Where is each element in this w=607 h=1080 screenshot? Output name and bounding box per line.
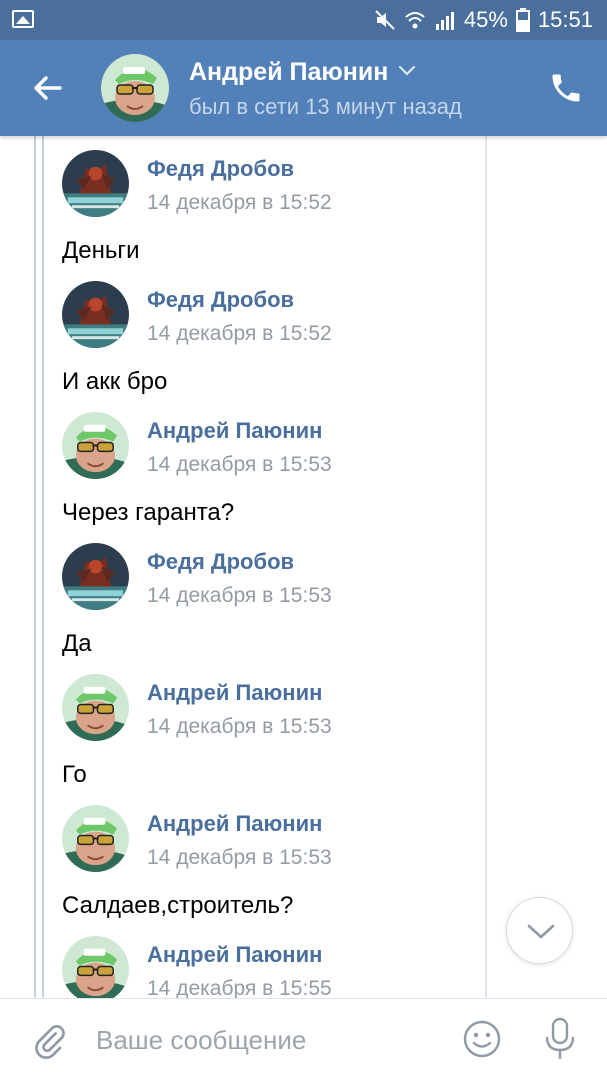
message-text: Го	[62, 761, 87, 788]
author-name[interactable]: Федя Дробов	[147, 549, 294, 575]
author-avatar[interactable]	[62, 412, 129, 479]
author-avatar[interactable]	[62, 543, 129, 610]
header-avatar[interactable]	[101, 54, 169, 122]
thread-line	[42, 136, 44, 998]
message-date: 14 декабря в 15:53	[147, 453, 332, 476]
message-composer: Ваше сообщение	[0, 998, 607, 1080]
author-name[interactable]: Федя Дробов	[147, 156, 294, 182]
smile-icon[interactable]	[462, 1019, 502, 1064]
list-item[interactable]: Андрей Паюнин 14 декабря в 15:53 Через г…	[62, 398, 482, 529]
author-avatar[interactable]	[62, 674, 129, 741]
message-date: 14 декабря в 15:53	[147, 846, 332, 869]
status-bar: 45% 15:51	[0, 0, 607, 40]
battery-percent: 45%	[463, 7, 508, 32]
message-list[interactable]: Федя Дробов 14 декабря в 15:52 Деньги Фе…	[0, 136, 607, 998]
message-input[interactable]: Ваше сообщение	[96, 1025, 306, 1056]
message-date: 14 декабря в 15:52	[147, 191, 332, 214]
chat-status: был в сети 13 минут назад	[189, 94, 462, 119]
list-item[interactable]: Федя Дробов 14 декабря в 15:52 Деньги	[62, 136, 482, 267]
chevron-down-icon	[527, 924, 555, 939]
chevron-down-icon	[398, 64, 416, 82]
list-item[interactable]: Федя Дробов 14 декабря в 15:52 И акк бро	[62, 267, 482, 398]
message-text: Салдаев,строитель?	[62, 892, 294, 919]
author-avatar[interactable]	[62, 281, 129, 348]
mic-icon[interactable]	[543, 1017, 577, 1066]
attach-icon[interactable]	[30, 1021, 66, 1066]
chat-header: Андрей Паюнин был в сети 13 минут назад	[0, 40, 607, 136]
list-item[interactable]: Андрей Паюнин 14 декабря в 15:53 Го	[62, 660, 482, 791]
message-date: 14 декабря в 15:53	[147, 584, 332, 607]
author-avatar[interactable]	[62, 936, 129, 998]
author-name[interactable]: Андрей Паюнин	[147, 942, 322, 968]
thread-line	[34, 136, 36, 998]
message-date: 14 декабря в 15:52	[147, 322, 332, 345]
chat-title: Андрей Паюнин	[189, 58, 389, 86]
message-date: 14 декабря в 15:55	[147, 977, 332, 998]
message-text: Через гаранта?	[62, 499, 235, 526]
message-text: Да	[62, 630, 92, 657]
wifi-icon	[404, 9, 426, 31]
scroll-down-button[interactable]	[506, 897, 573, 964]
list-item[interactable]: Андрей Паюнин 14 декабря в 15:53 Салдаев…	[62, 791, 482, 922]
author-avatar[interactable]	[62, 805, 129, 872]
author-name[interactable]: Андрей Паюнин	[147, 680, 322, 706]
chat-title-row[interactable]: Андрей Паюнин	[189, 58, 416, 87]
author-name[interactable]: Андрей Паюнин	[147, 811, 322, 837]
image-icon	[12, 10, 34, 28]
message-text: Деньги	[62, 237, 140, 264]
back-arrow-icon[interactable]	[30, 70, 66, 106]
author-name[interactable]: Федя Дробов	[147, 287, 294, 313]
signal-icon	[434, 9, 456, 31]
battery-icon	[515, 8, 530, 32]
list-item[interactable]: Андрей Паюнин 14 декабря в 15:55	[62, 922, 482, 998]
author-avatar[interactable]	[62, 150, 129, 217]
author-name[interactable]: Андрей Паюнин	[147, 418, 322, 444]
mute-icon	[374, 9, 396, 31]
list-item[interactable]: Федя Дробов 14 декабря в 15:53 Да	[62, 529, 482, 660]
status-right: 45% 15:51	[374, 6, 593, 34]
message-text: И акк бро	[62, 368, 168, 395]
status-time: 15:51	[537, 7, 593, 32]
phone-icon[interactable]	[548, 70, 584, 106]
message-date: 14 декабря в 15:53	[147, 715, 332, 738]
